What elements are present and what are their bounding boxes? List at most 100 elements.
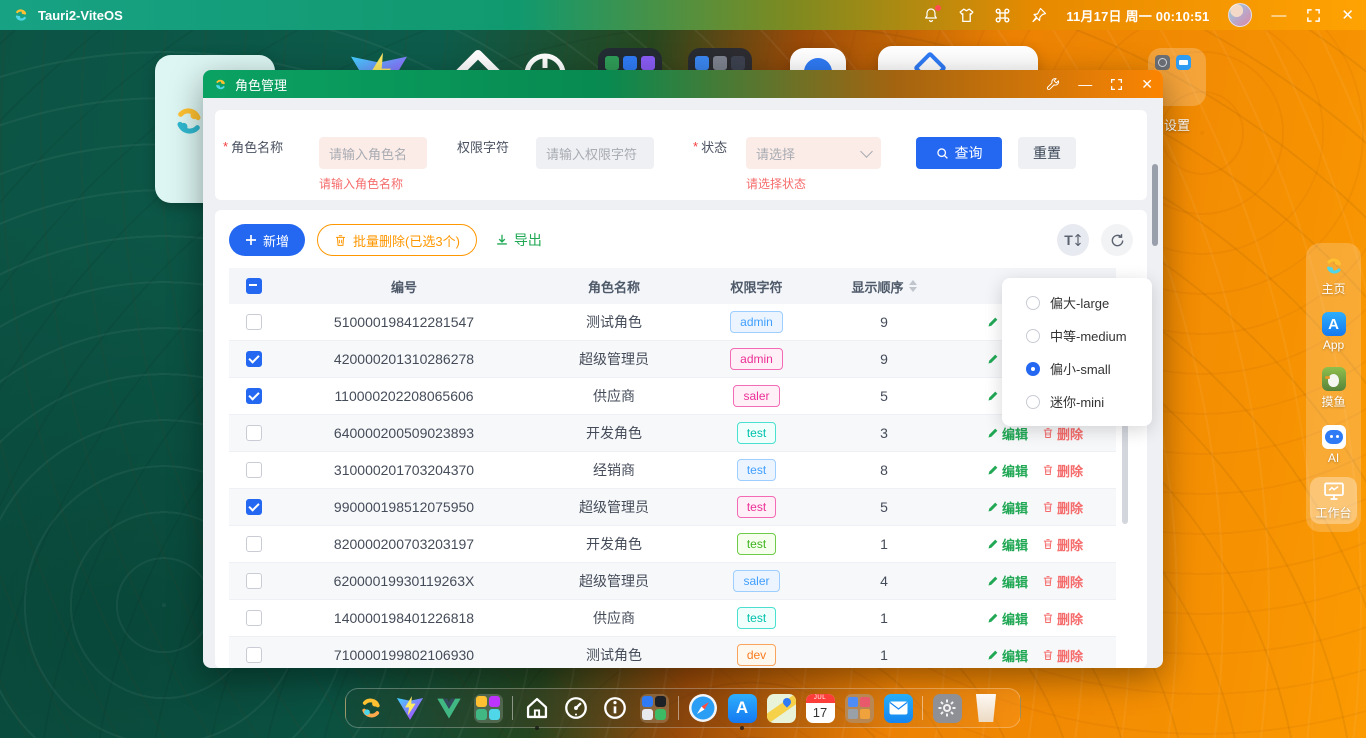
row-checkbox[interactable]: [246, 610, 262, 626]
search-button[interactable]: 查询: [916, 137, 1002, 169]
delete-button[interactable]: 删除: [1042, 535, 1083, 554]
row-checkbox[interactable]: [246, 499, 262, 515]
batch-delete-button[interactable]: 批量删除(已选3个): [317, 224, 477, 256]
row-checkbox[interactable]: [246, 647, 262, 663]
safari-icon[interactable]: [688, 693, 718, 723]
settings-gear-icon[interactable]: [932, 693, 962, 723]
radio-icon: [1026, 329, 1040, 343]
status-select[interactable]: 请选择: [746, 137, 881, 169]
table-scrollbar[interactable]: [1122, 424, 1128, 524]
text-size-option[interactable]: 偏小-small: [1002, 352, 1152, 385]
theme-skin-icon[interactable]: [958, 7, 975, 24]
delete-button-label: 删除: [1057, 424, 1083, 443]
tauri-logo-icon[interactable]: [356, 693, 386, 723]
delete-button[interactable]: 删除: [1042, 572, 1083, 591]
vite-logo-icon[interactable]: [395, 693, 425, 723]
edit-button[interactable]: 编辑: [987, 461, 1028, 480]
text-size-option[interactable]: 中等-medium: [1002, 319, 1152, 352]
row-name: 超级管理员: [529, 497, 699, 517]
delete-button-label: 删除: [1057, 572, 1083, 591]
os-brand[interactable]: Tauri2-ViteOS: [12, 6, 123, 24]
bell-icon[interactable]: [922, 7, 939, 24]
edit-button[interactable]: 编辑: [987, 498, 1028, 517]
sidebar-item-ai[interactable]: AI: [1310, 422, 1357, 468]
edit-pencil-icon: [987, 575, 999, 587]
command-icon[interactable]: [994, 7, 1011, 24]
row-checkbox[interactable]: [246, 536, 262, 552]
edit-button[interactable]: 编辑: [987, 609, 1028, 628]
mail-icon[interactable]: [883, 693, 913, 723]
text-size-option[interactable]: 偏大-large: [1002, 286, 1152, 319]
user-avatar[interactable]: [1228, 3, 1252, 27]
text-size-icon[interactable]: T: [1057, 224, 1089, 256]
dashboard-gauge-icon[interactable]: [561, 693, 591, 723]
calendar-icon[interactable]: JUL17: [805, 693, 835, 723]
home-icon[interactable]: [522, 693, 552, 723]
role-name-input[interactable]: 请输入角色名: [319, 137, 427, 169]
reset-button[interactable]: 重置: [1018, 137, 1076, 169]
header-order: 显示顺序: [814, 277, 954, 296]
delete-button[interactable]: 删除: [1042, 424, 1083, 443]
delete-button[interactable]: 删除: [1042, 609, 1083, 628]
window-maximize-icon[interactable]: [1110, 78, 1123, 91]
row-checkbox[interactable]: [246, 314, 262, 330]
row-checkbox[interactable]: [246, 573, 262, 589]
sidebar-item-home[interactable]: 主页: [1310, 251, 1357, 300]
desktop: 设置 Tauri2-ViteOS 11月17日 周一 00:10:51 —: [0, 0, 1366, 738]
refresh-icon[interactable]: [1101, 224, 1133, 256]
add-button[interactable]: 新增: [229, 224, 305, 256]
delete-button[interactable]: 删除: [1042, 498, 1083, 517]
row-id: 510000198412281547: [279, 314, 529, 330]
permission-input[interactable]: 请输入权限字符: [536, 137, 654, 169]
window-titlebar[interactable]: 角色管理 — ✕: [203, 70, 1163, 98]
wrench-icon[interactable]: [1046, 77, 1060, 91]
dev-folder-icon[interactable]: [473, 693, 503, 723]
os-title: Tauri2-ViteOS: [38, 8, 123, 23]
window-close-icon[interactable]: ✕: [1141, 76, 1153, 93]
table-row: 990000198512075950 超级管理员 test 5 编辑 删除: [229, 489, 1116, 526]
delete-button[interactable]: 删除: [1042, 461, 1083, 480]
row-checkbox[interactable]: [246, 425, 262, 441]
table-header-row: 编号 角色名称 权限字符 显示顺序: [229, 268, 1116, 304]
window-scrollbar[interactable]: [1152, 164, 1158, 246]
row-checkbox[interactable]: [246, 351, 262, 367]
pin-icon[interactable]: [1030, 7, 1047, 24]
sidebar-item-moyu[interactable]: 摸鱼: [1310, 364, 1357, 413]
sidebar-item-app[interactable]: A App: [1310, 309, 1357, 355]
export-button[interactable]: 导出: [495, 230, 542, 250]
row-id: 310000201703204370: [279, 462, 529, 478]
row-checkbox[interactable]: [246, 388, 262, 404]
vue-logo-icon[interactable]: [434, 693, 464, 723]
edit-button-label: 编辑: [1002, 646, 1028, 665]
maps-icon[interactable]: [766, 693, 796, 723]
os-logo-icon: [12, 6, 30, 24]
edit-button-label: 编辑: [1002, 609, 1028, 628]
permission-tag: test: [737, 496, 776, 518]
close-icon[interactable]: ✕: [1341, 8, 1354, 23]
row-id: 140000198401226818: [279, 610, 529, 626]
edit-button[interactable]: 编辑: [987, 646, 1028, 665]
fullscreen-icon[interactable]: [1305, 7, 1322, 24]
system-clock[interactable]: 11月17日 周一 00:10:51: [1066, 6, 1209, 25]
trash-icon: [1042, 575, 1054, 587]
delete-button[interactable]: 删除: [1042, 646, 1083, 665]
row-checkbox[interactable]: [246, 462, 262, 478]
launchpad-folder-icon[interactable]: [844, 693, 874, 723]
sidebar-item-workbench[interactable]: 工作台: [1310, 477, 1357, 524]
minimize-icon[interactable]: —: [1271, 8, 1286, 23]
edit-button[interactable]: 编辑: [987, 424, 1028, 443]
info-icon[interactable]: [600, 693, 630, 723]
edit-button[interactable]: 编辑: [987, 572, 1028, 591]
clock-icon: [1155, 55, 1170, 70]
delete-button-label: 删除: [1057, 646, 1083, 665]
edit-button[interactable]: 编辑: [987, 535, 1028, 554]
apps-folder-icon[interactable]: [639, 693, 669, 723]
text-size-option[interactable]: 迷你-mini: [1002, 385, 1152, 418]
row-name: 开发角色: [529, 423, 699, 443]
sort-caret-icon[interactable]: [909, 280, 917, 292]
window-minimize-icon[interactable]: —: [1078, 76, 1092, 92]
select-all-checkbox[interactable]: [246, 278, 262, 294]
table-row: 710000199802106930 测试角色 dev 1 编辑 删除: [229, 637, 1116, 668]
app-store-icon[interactable]: A: [727, 693, 757, 723]
trash-icon[interactable]: [971, 693, 1001, 723]
